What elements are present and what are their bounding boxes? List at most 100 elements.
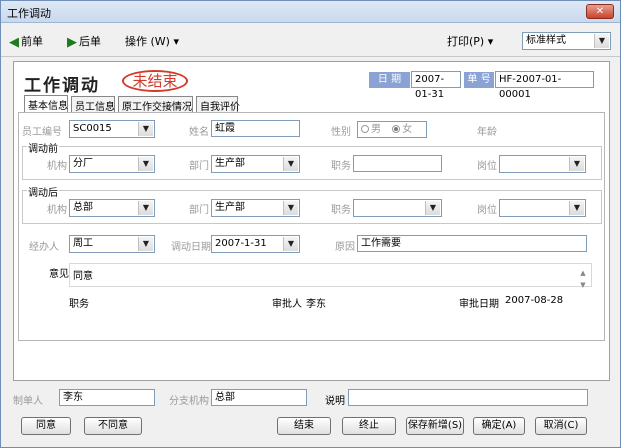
transfer-date-select[interactable]: 2007-1-31 ▼	[211, 235, 300, 253]
gender-label: 性别	[331, 127, 351, 138]
chevron-down-icon: ▼	[138, 157, 153, 171]
opinion-value: 同意	[73, 271, 93, 282]
approve-date-label: 审批日期	[459, 299, 499, 310]
after-transfer-title: 调动后	[27, 184, 59, 199]
chevron-down-icon: ▼	[594, 34, 609, 48]
footer: 制单人 李东 分支机构 总部 说明 同意 不同意 结束 终止 保存新增(S) 确…	[1, 383, 620, 447]
name-field[interactable]: 虹霞	[211, 120, 300, 137]
after-dept-label: 部门	[189, 205, 209, 216]
next-record-label: 后单	[79, 35, 101, 48]
approver-value: 李东	[306, 299, 326, 310]
duty-label: 职务	[69, 299, 89, 310]
chevron-down-icon: ▼	[425, 201, 440, 215]
reason-field[interactable]: 工作需要	[357, 235, 587, 252]
before-job-field[interactable]	[353, 155, 442, 172]
toolbar: ◀ 前单 ▶ 后单 操作 (W) ▾ 打印(P) ▾ 标准样式 ▼	[1, 23, 620, 57]
chevron-down-icon: ▼	[569, 157, 584, 171]
transfer-date-label: 调动日期	[171, 242, 211, 253]
approver-label: 审批人	[272, 299, 302, 310]
gender-female-radio[interactable]: 女	[392, 124, 412, 135]
handler-label: 经办人	[29, 242, 59, 253]
age-label: 年龄	[477, 127, 497, 138]
tab-basic-info[interactable]: 基本信息	[24, 95, 68, 113]
opinion-textarea[interactable]: 同意 ▲ ▼	[69, 263, 592, 289]
ok-button[interactable]: 确定(A)	[473, 417, 525, 435]
chevron-down-icon: ▼	[283, 201, 298, 215]
finish-button[interactable]: 结束	[277, 417, 331, 435]
after-transfer-group: 调动后 机构 总部 ▼ 部门 生产部 ▼ 职务 ▼ 岗位 ▼	[22, 184, 602, 224]
chevron-down-icon: ▼	[138, 201, 153, 215]
prev-record-button[interactable]: ◀ 前单	[9, 33, 43, 50]
branch-label: 分支机构	[169, 396, 209, 407]
date-field[interactable]: 2007-01-31	[411, 71, 461, 100]
close-button[interactable]: ✕	[586, 4, 614, 19]
handler-select[interactable]: 周工 ▼	[69, 235, 155, 253]
emp-id-label: 员工编号	[22, 127, 62, 138]
window: 工作调动 ✕ ◀ 前单 ▶ 后单 操作 (W) ▾ 打印(P) ▾ 标准样式 ▼ 工…	[0, 0, 621, 448]
basic-info-panel: 员工编号 SC0015 ▼ 姓名 虹霞 性别 男 女 年龄 调动前 机构 分厂 …	[18, 112, 605, 341]
prev-record-label: 前单	[21, 35, 43, 48]
emp-id-value: SC0015	[73, 123, 112, 134]
before-post-label: 岗位	[477, 161, 497, 172]
tab-handover[interactable]: 原工作交接情况	[118, 96, 193, 113]
after-org-label: 机构	[47, 205, 67, 216]
after-job-label: 职务	[331, 205, 351, 216]
status-stamp: 未结束	[122, 70, 188, 92]
arrow-left-icon: ◀	[9, 35, 19, 50]
gender-female-label: 女	[402, 124, 413, 135]
print-style-value: 标准样式	[526, 35, 566, 46]
document-area: 工作调动 未结束 日 期 2007-01-31 单 号 HF-2007-01-0…	[13, 61, 610, 381]
after-org-select[interactable]: 总部 ▼	[69, 199, 155, 217]
before-transfer-group: 调动前 机构 分厂 ▼ 部门 生产部 ▼ 职务 岗位 ▼	[22, 140, 602, 180]
disagree-button[interactable]: 不同意	[84, 417, 142, 435]
note-label: 说明	[325, 396, 345, 407]
after-post-select[interactable]: ▼	[499, 199, 586, 217]
radio-icon	[361, 125, 369, 133]
reason-label: 原因	[335, 242, 355, 253]
date-label: 日 期	[369, 72, 410, 88]
before-dept-select[interactable]: 生产部 ▼	[211, 155, 300, 173]
chevron-down-icon: ▼	[283, 157, 298, 171]
gender-group: 男 女	[357, 121, 427, 138]
arrow-right-icon: ▶	[67, 35, 77, 50]
emp-id-select[interactable]: SC0015 ▼	[69, 120, 155, 138]
chevron-down-icon: ▼	[138, 237, 153, 251]
creator-field[interactable]: 李东	[59, 389, 155, 406]
tab-employee-info[interactable]: 员工信息	[71, 96, 115, 113]
tab-self-evaluation[interactable]: 自我评价	[196, 96, 240, 113]
note-field[interactable]	[348, 389, 588, 406]
name-label: 姓名	[189, 127, 209, 138]
after-org-value: 总部	[73, 202, 93, 213]
chevron-down-icon: ▼	[283, 237, 298, 251]
window-title: 工作调动	[7, 7, 51, 20]
after-job-select[interactable]: ▼	[353, 199, 442, 217]
gender-male-label: 男	[371, 124, 381, 135]
after-post-label: 岗位	[477, 205, 497, 216]
scroll-arrows-icon[interactable]: ▲ ▼	[578, 267, 588, 291]
before-dept-value: 生产部	[215, 158, 245, 169]
after-dept-select[interactable]: 生产部 ▼	[211, 199, 300, 217]
creator-label: 制单人	[13, 396, 43, 407]
approve-date-value: 2007-08-28	[505, 295, 564, 306]
number-field[interactable]: HF-2007-01-00001	[495, 71, 594, 100]
transfer-date-value: 2007-1-31	[215, 238, 267, 249]
before-org-select[interactable]: 分厂 ▼	[69, 155, 155, 173]
print-menu[interactable]: 打印(P) ▾	[447, 33, 493, 49]
before-transfer-title: 调动前	[27, 140, 59, 155]
terminate-button[interactable]: 终止	[342, 417, 396, 435]
gender-male-radio[interactable]: 男	[361, 124, 381, 135]
print-style-select[interactable]: 标准样式 ▼	[522, 32, 611, 50]
before-dept-label: 部门	[189, 161, 209, 172]
save-new-button[interactable]: 保存新增(S)	[406, 417, 464, 435]
number-label: 单 号	[464, 72, 494, 88]
title-bar: 工作调动 ✕	[1, 1, 620, 23]
branch-field[interactable]: 总部	[211, 389, 307, 406]
after-dept-value: 生产部	[215, 202, 245, 213]
radio-selected-icon	[392, 125, 401, 133]
next-record-button[interactable]: ▶ 后单	[67, 33, 101, 50]
cancel-button[interactable]: 取消(C)	[535, 417, 587, 435]
operations-menu[interactable]: 操作 (W) ▾	[125, 33, 179, 49]
before-org-value: 分厂	[73, 158, 93, 169]
before-post-select[interactable]: ▼	[499, 155, 586, 173]
agree-button[interactable]: 同意	[21, 417, 71, 435]
